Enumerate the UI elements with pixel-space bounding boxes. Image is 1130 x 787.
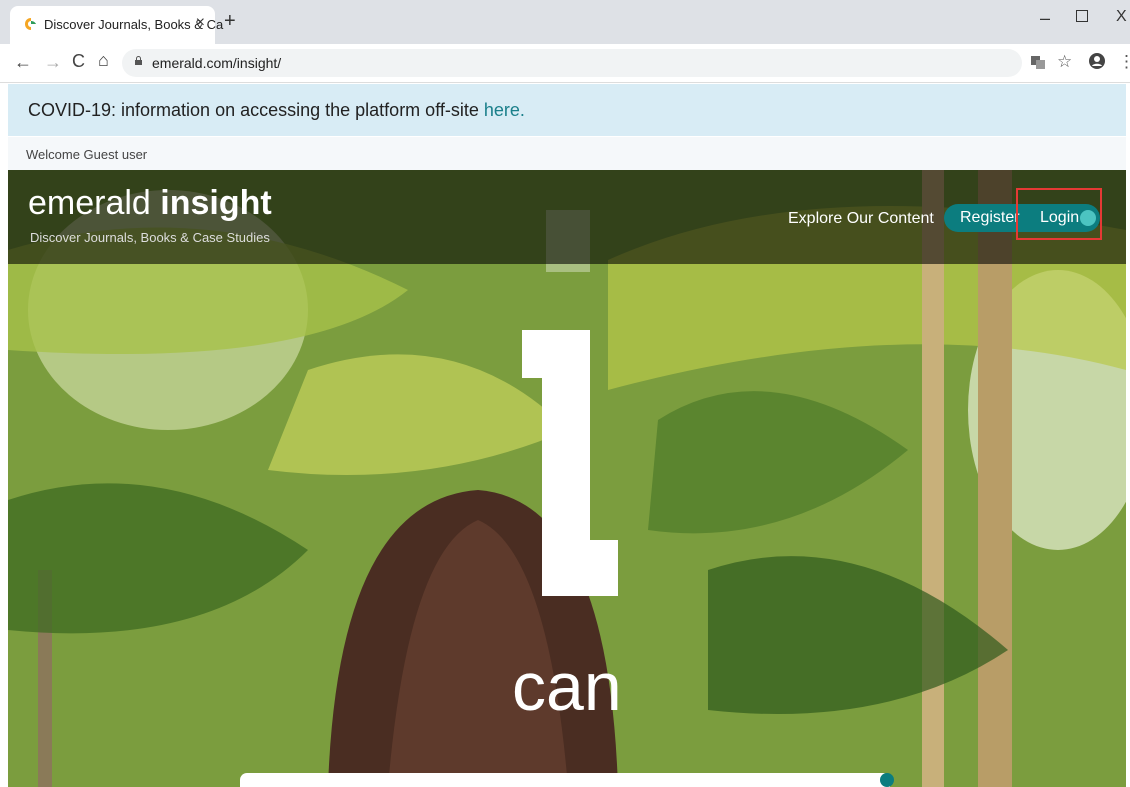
new-tab-icon[interactable]: + — [224, 10, 236, 33]
minimize-icon[interactable]: – — [1040, 8, 1050, 29]
profile-icon[interactable] — [1088, 52, 1106, 70]
hero-i-graphic — [522, 210, 618, 596]
covid-text: COVID-19: information on accessing the p… — [28, 100, 525, 121]
close-tab-icon[interactable]: × — [196, 14, 205, 32]
site-logo[interactable]: emerald insight — [28, 184, 272, 223]
address-bar[interactable]: emerald.com/insight/ — [122, 49, 1022, 77]
maximize-icon[interactable] — [1076, 10, 1088, 22]
forward-icon[interactable]: → — [44, 52, 62, 73]
register-button[interactable]: Register — [960, 209, 1020, 227]
search-icon[interactable] — [880, 773, 894, 787]
welcome-text: Welcome Guest user — [26, 147, 148, 162]
search-bar[interactable] — [240, 773, 894, 787]
site-header: emerald insight Discover Journals, Books… — [8, 170, 1126, 264]
logo-light: emerald — [28, 184, 161, 222]
home-icon[interactable]: ⌂ — [98, 50, 109, 71]
covid-here-link[interactable]: here. — [484, 100, 525, 120]
login-highlight-box — [1016, 188, 1102, 240]
browser-tab-strip: Discover Journals, Books & Ca × + – X — [0, 0, 1130, 44]
logo-tagline: Discover Journals, Books & Case Studies — [30, 230, 270, 245]
emerald-favicon-icon — [25, 18, 36, 30]
welcome-bar: Welcome Guest user — [8, 137, 1126, 170]
browser-tab[interactable]: Discover Journals, Books & Ca × — [10, 6, 223, 44]
menu-kebab-icon[interactable]: ⋮ — [1118, 52, 1130, 72]
browser-toolbar: ← → C ⌂ emerald.com/insight/ ☆ ⋮ — [0, 44, 1130, 83]
url-text: emerald.com/insight/ — [152, 55, 282, 71]
translate-icon[interactable] — [1030, 54, 1046, 70]
logo-bold: insight — [160, 184, 272, 222]
back-icon[interactable]: ← — [14, 52, 32, 73]
explore-content-link[interactable]: Explore Our Content — [788, 210, 934, 228]
bookmark-star-icon[interactable]: ☆ — [1057, 52, 1072, 72]
hero-caption: can — [512, 649, 622, 725]
reload-icon[interactable]: C — [72, 51, 85, 72]
covid-message: COVID-19: information on accessing the p… — [28, 100, 484, 120]
covid-banner: COVID-19: information on accessing the p… — [8, 84, 1126, 136]
lock-icon — [135, 56, 142, 65]
window-close-icon[interactable]: X — [1116, 8, 1127, 26]
